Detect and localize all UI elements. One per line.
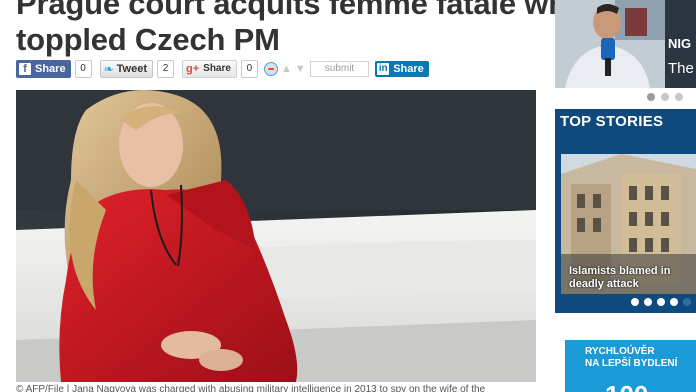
twitter-tweet-label: Tweet — [116, 62, 147, 75]
google-plus-icon: g+ — [186, 62, 200, 75]
right-sidebar: NIG The TOP STORIES Islamists blamed in … — [555, 0, 696, 392]
top-story-headline[interactable]: Islamists blamed in deadly attack — [569, 265, 696, 291]
reddit-icon[interactable] — [263, 61, 278, 76]
linkedin-share-label: Share — [393, 62, 424, 75]
carousel-dot[interactable] — [670, 298, 678, 306]
ad-text: RYCHLOÚVĚR NA LEPŠÍ BYDLENÍ — [585, 346, 677, 370]
article-photo — [16, 90, 536, 382]
google-plus-share-label: Share — [203, 63, 231, 74]
top-stories-panel: TOP STORIES Islamists blamed in deadly a… — [555, 109, 696, 313]
twitter-tweet-button[interactable]: ❧ Tweet — [99, 59, 153, 78]
carousel-dot[interactable] — [675, 93, 683, 101]
carousel-dot[interactable] — [644, 298, 652, 306]
video-thumbnail[interactable]: NIG The — [555, 0, 696, 88]
carousel-dot[interactable] — [683, 298, 691, 306]
advertisement-banner[interactable]: RYCHLOÚVĚR NA LEPŠÍ BYDLENÍ 100 — [565, 340, 696, 392]
carousel-dot[interactable] — [661, 93, 669, 101]
headline-line-2: toppled Czech PM — [16, 22, 280, 57]
twitter-icon: ❧ — [103, 61, 114, 76]
twitter-tweet-count: 2 — [157, 59, 174, 78]
video-overlay-text-2: The — [668, 60, 694, 77]
ad-number: 100 — [605, 380, 648, 392]
ad-line-2: NA LEPŠÍ BYDLENÍ — [585, 358, 678, 369]
linkedin-icon: in — [377, 62, 390, 75]
upvote-icon[interactable]: ▲ — [281, 63, 292, 75]
downvote-icon[interactable]: ▼ — [295, 63, 306, 75]
top-stories-dots — [631, 298, 691, 306]
article-headline: Prague court acquits femme fatale who to… — [16, 0, 586, 58]
ad-line-1: RYCHLOÚVĚR — [585, 346, 655, 357]
video-carousel-dots — [647, 93, 683, 101]
facebook-share-count: 0 — [74, 59, 92, 78]
video-overlay-text-1: NIG — [668, 36, 692, 51]
facebook-icon: f — [19, 62, 31, 75]
carousel-dot[interactable] — [631, 298, 639, 306]
google-plus-share-button[interactable]: g+ Share — [182, 59, 237, 78]
photo-caption: © AFP/File | Jana Nagyova was charged wi… — [16, 384, 486, 392]
linkedin-share-button[interactable]: in Share — [375, 60, 429, 77]
headline-line-1: Prague court acquits femme fatale who — [16, 0, 586, 21]
facebook-share-button[interactable]: f Share — [16, 59, 71, 78]
google-plus-share-count: 0 — [240, 59, 258, 78]
reddit-widget: ▲ ▼ submit — [263, 60, 370, 78]
carousel-dot[interactable] — [647, 93, 655, 101]
top-stories-title: TOP STORIES — [560, 113, 664, 130]
reddit-submit-button[interactable]: submit — [309, 60, 370, 77]
share-bar: f Share 0 ❧ Tweet 2 g+ Share 0 ▲ ▼ submi… — [16, 59, 429, 78]
photo-woman-in-red — [16, 90, 536, 382]
facebook-share-label: Share — [35, 62, 66, 75]
carousel-dot[interactable] — [657, 298, 665, 306]
